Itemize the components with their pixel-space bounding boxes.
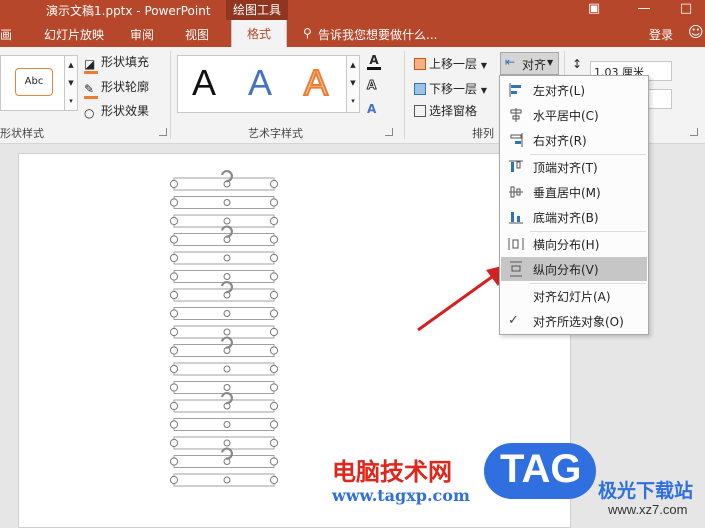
selection-pane-icon — [414, 105, 426, 117]
menu-item-align-top[interactable]: 顶端对齐(T) — [501, 155, 647, 179]
group-label-wordart-styles: 艺术字样式 — [248, 127, 303, 140]
tell-me-input[interactable]: 告诉我您想要做什么... — [318, 26, 437, 43]
wordart-gallery[interactable]: A A A — [177, 55, 347, 113]
group-label-arrange: 排列 — [472, 127, 494, 140]
height-icon: ↕ — [572, 57, 583, 71]
context-tab-drawing-tools: 绘图工具 — [226, 0, 288, 20]
selected-shape[interactable] — [169, 270, 279, 283]
selected-shape[interactable] — [169, 362, 279, 376]
align-icon: ⇤ — [505, 55, 516, 69]
watermark-url: www.tagxp.com — [332, 486, 470, 505]
bring-forward-button[interactable]: 上移一层 ▼ — [414, 55, 487, 72]
selected-shape[interactable] — [169, 170, 279, 191]
text-effects-icon[interactable]: A — [367, 102, 376, 116]
checkmark-icon: ✓ — [508, 313, 519, 328]
align-middle-icon — [508, 184, 524, 200]
selected-shape[interactable] — [169, 381, 279, 394]
align-dropdown-menu: 左对齐(L) 水平居中(C) 右对齐(R) 顶端对齐(T) 垂直居中(M) 底端… — [499, 75, 649, 335]
selected-shape[interactable] — [169, 196, 279, 209]
tab-format[interactable]: 格式 — [231, 20, 287, 47]
selected-shape[interactable] — [169, 225, 279, 246]
minimize-icon[interactable]: — — [624, 0, 664, 20]
menu-item-align-to-slide[interactable]: 对齐幻灯片(A) — [501, 284, 647, 308]
shape-style-gallery-scroll[interactable]: ▲ ▼ ▾ — [64, 55, 78, 111]
selection-pane-button[interactable]: 选择窗格 — [414, 102, 477, 119]
share-icon[interactable]: ☺ — [688, 23, 704, 41]
align-right-icon — [508, 132, 524, 148]
title-bar: 演示文稿1.pptx - PowerPoint 绘图工具 ▣ — □ — [0, 0, 705, 20]
group-divider — [170, 51, 171, 139]
align-left-icon — [508, 82, 524, 98]
shape-fill-button[interactable]: ◪ 形状填充 — [84, 53, 149, 74]
tab-slideshow[interactable]: 幻灯片放映 — [44, 26, 104, 43]
bring-forward-icon — [414, 58, 426, 70]
shape-outline-button[interactable]: ✎ 形状轮廓 — [84, 78, 149, 99]
selected-shape[interactable] — [169, 281, 279, 302]
distribute-vertical-icon — [508, 261, 524, 277]
ribbon-tab-bar: 画 幻灯片放映 审阅 视图 ⚲ 告诉我您想要做什么... 登录 ☺ — [0, 20, 705, 47]
selected-shape[interactable] — [169, 447, 279, 468]
chevron-down-icon: ▼ — [480, 86, 487, 95]
menu-item-align-bottom[interactable]: 底端对齐(B) — [501, 205, 647, 229]
selected-shape[interactable] — [169, 336, 279, 357]
tell-me-icon[interactable]: ⚲ — [303, 26, 312, 40]
menu-item-distribute-horizontal[interactable]: 横向分布(H) — [501, 232, 647, 256]
signin-link[interactable]: 登录 — [649, 26, 673, 43]
menu-item-align-middle[interactable]: 垂直居中(M) — [501, 180, 647, 204]
menu-item-distribute-vertical[interactable]: 纵向分布(V) — [501, 257, 647, 281]
menu-item-align-left[interactable]: 左对齐(L) — [501, 78, 647, 102]
menu-item-align-selected-objects[interactable]: ✓ 对齐所选对象(O) — [501, 309, 647, 333]
tab-review[interactable]: 审阅 — [130, 26, 154, 43]
selected-shape[interactable] — [169, 251, 279, 265]
selected-shape[interactable] — [169, 325, 279, 339]
maximize-icon[interactable]: □ — [666, 0, 705, 20]
pen-icon: ✎ — [84, 82, 98, 99]
align-button-label: 对齐 — [522, 58, 547, 72]
window-title: 演示文稿1.pptx - PowerPoint — [46, 4, 211, 18]
chevron-down-icon: ▼ — [547, 58, 554, 67]
watermark-tag-text: TAG — [500, 447, 582, 491]
wordart-sample-black[interactable]: A — [192, 62, 216, 104]
tab-animations[interactable]: 画 — [0, 26, 12, 43]
send-backward-icon — [414, 83, 426, 95]
wordart-gallery-scroll[interactable]: ▲ ▼ ▾ — [346, 55, 360, 113]
shape-style-gallery[interactable]: Abc — [0, 55, 65, 111]
watermark-site-name: 电脑技术网 — [332, 458, 452, 486]
align-bottom-icon — [508, 209, 524, 225]
selected-shape[interactable] — [169, 214, 279, 228]
align-button[interactable]: ⇤ 对齐 ▼ — [500, 52, 559, 75]
text-outline-icon[interactable]: A — [366, 78, 376, 93]
selected-shape[interactable] — [169, 418, 279, 431]
watermark-url2: www.xz7.com — [608, 502, 688, 517]
distribute-horizontal-icon — [508, 236, 524, 252]
shape-effects-button[interactable]: ○ 形状效果 — [84, 102, 149, 120]
paint-bucket-icon: ◪ — [84, 57, 98, 74]
menu-item-align-center[interactable]: 水平居中(C) — [501, 103, 647, 127]
group-divider — [404, 51, 405, 139]
selected-shape[interactable] — [169, 473, 279, 487]
selected-shape[interactable] — [169, 392, 279, 413]
watermark-tag-logo: TAG — [484, 443, 596, 499]
selected-shape[interactable] — [169, 436, 279, 450]
wordart-sample-blue[interactable]: A — [248, 62, 272, 104]
ribbon-display-options-icon[interactable]: ▣ — [574, 0, 614, 20]
align-center-icon — [508, 107, 524, 123]
menu-item-align-right[interactable]: 右对齐(R) — [501, 128, 647, 152]
shape-styles-launcher-icon[interactable] — [159, 128, 167, 136]
chevron-down-icon: ▼ — [480, 61, 487, 70]
effects-icon: ○ — [84, 106, 95, 120]
group-label-shape-styles: 形状样式 — [0, 127, 44, 140]
size-launcher-icon[interactable] — [690, 128, 698, 136]
text-fill-icon[interactable]: A — [367, 53, 381, 70]
shape-stack[interactable] — [169, 170, 279, 487]
send-backward-button[interactable]: 下移一层 ▼ — [414, 80, 487, 97]
wordart-styles-launcher-icon[interactable] — [385, 128, 393, 136]
watermark-site2: 极光下载站 — [598, 480, 694, 502]
wordart-sample-orange[interactable]: A — [303, 61, 329, 104]
tab-view[interactable]: 视图 — [185, 26, 209, 43]
shape-style-preview[interactable]: Abc — [15, 68, 53, 96]
selected-shape[interactable] — [169, 307, 279, 320]
align-top-icon — [508, 159, 524, 175]
